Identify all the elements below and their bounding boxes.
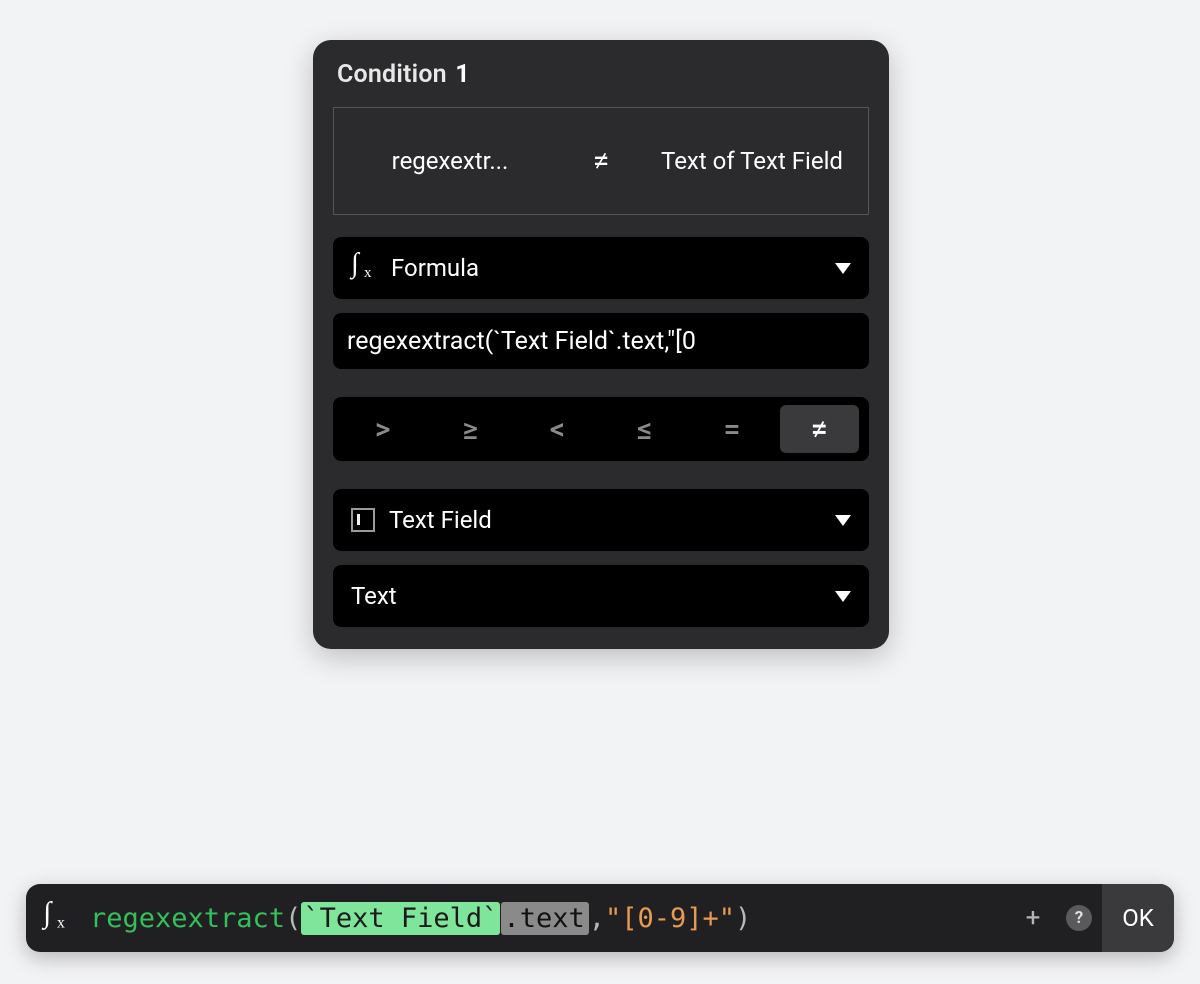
operator-greater-than-or-equal[interactable]: ≥ [430,405,509,453]
operator-not-equal[interactable]: ≠ [780,405,859,453]
operator-equal[interactable]: = [692,405,771,453]
plus-icon: + [1026,903,1041,933]
chevron-down-icon [835,591,851,602]
formula-bar-fx: ∫x [26,904,90,932]
formula-icon: ∫x [43,903,72,932]
token-close-paren: ) [735,903,751,934]
operator-less-than-or-equal[interactable]: ≤ [605,405,684,453]
help-icon: ? [1066,905,1092,931]
chevron-down-icon [835,263,851,274]
token-string: "[0-9]+" [605,903,735,934]
chevron-down-icon [835,515,851,526]
text-field-icon [351,508,375,532]
value-type-select[interactable]: ∫x Formula [333,237,869,299]
condition-summary: regexextr... ≠ Text of Text Field [333,107,869,215]
summary-left: regexextr... [334,108,566,214]
formula-bar: ∫x regexextract ( `Text Field` . text , … [26,884,1174,952]
add-button[interactable]: + [1010,895,1056,941]
target-label: Text Field [389,506,492,534]
token-open-paren: ( [285,903,301,934]
panel-title-prefix: Condition [337,60,447,89]
condition-panel: Condition 1 regexextr... ≠ Text of Text … [313,40,889,649]
token-comma: , [589,903,605,934]
formula-icon: ∫x [351,254,379,282]
formula-input[interactable]: regexextract ( `Text Field` . text , "[0… [90,902,1010,935]
token-property: text [520,902,589,935]
formula-preview-text: regexextract(`Text Field`.text,"[0 [347,327,696,356]
ok-button[interactable]: OK [1102,884,1174,952]
panel-title: Condition 1 [337,60,869,89]
token-dot: . [501,902,519,935]
operator-less-than[interactable]: < [518,405,597,453]
formula-preview[interactable]: regexextract(`Text Field`.text,"[0 [333,313,869,369]
panel-title-number: 1 [455,60,470,89]
operator-row: > ≥ < ≤ = ≠ [333,397,869,461]
summary-operator: ≠ [566,108,636,214]
help-button[interactable]: ? [1056,895,1102,941]
token-function: regexextract [90,903,285,934]
property-select[interactable]: Text [333,565,869,627]
value-type-label: Formula [391,254,479,282]
ok-label: OK [1122,904,1154,932]
token-reference: `Text Field` [301,902,500,935]
property-label: Text [351,582,397,610]
summary-right: Text of Text Field [636,108,868,214]
operator-greater-than[interactable]: > [343,405,422,453]
target-select[interactable]: Text Field [333,489,869,551]
